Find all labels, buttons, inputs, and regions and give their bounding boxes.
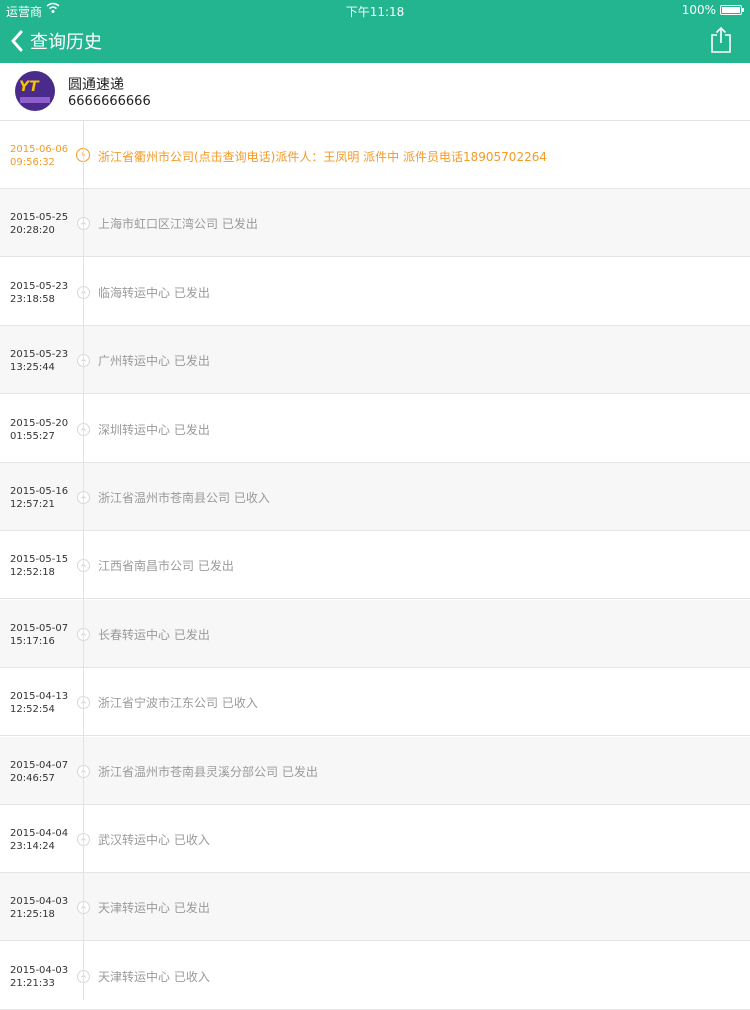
record-time: 15:17:16 <box>10 635 55 647</box>
record-date: 2015-05-23 <box>10 280 69 292</box>
courier-logo: YT <box>15 71 55 111</box>
company-name: 圆通速递 <box>68 77 124 93</box>
record-time: 21:21:33 <box>10 977 55 989</box>
timeline-row: 2015-04-13 12:52:54 浙江省宁波市江东公司 已收入 <box>0 668 750 737</box>
chevron-left-icon <box>11 30 23 52</box>
timeline-row: 2015-05-20 01:55:27 深圳转运中心 已发出 <box>0 395 750 463</box>
record-description: 长春转运中心 已发出 <box>98 627 210 642</box>
record-datetime: 2015-04-04 23:14:24 <box>10 827 80 853</box>
timeline-row: 2015-05-23 13:25:44 广州转运中心 已发出 <box>0 326 750 395</box>
record-description: 临海转运中心 已发出 <box>98 285 210 300</box>
record-description: 广州转运中心 已发出 <box>98 354 210 369</box>
record-date: 2015-05-23 <box>10 349 69 361</box>
record-time: 20:28:20 <box>10 225 55 237</box>
record-datetime: 2015-05-23 13:25:44 <box>10 348 80 374</box>
battery-percent: 100% <box>681 3 716 17</box>
record-description: 浙江省温州市苍南县灵溪分部公司 已发出 <box>98 764 318 779</box>
share-icon[interactable] <box>710 26 732 54</box>
tracking-number: 6666666666 <box>68 94 151 109</box>
record-datetime: 2015-06-06 09:56:32 <box>10 143 80 169</box>
record-datetime: 2015-05-20 01:55:27 <box>10 417 80 443</box>
record-date: 2015-05-20 <box>10 417 69 429</box>
record-time: 09:56:32 <box>10 157 55 168</box>
timeline-row: 2015-05-23 23:18:58 临海转运中心 已发出 <box>0 258 750 326</box>
navigation-bar: 查询历史 <box>0 20 750 63</box>
status-bar: 运营商 下午11:18 100% <box>0 0 750 20</box>
record-time: 23:18:58 <box>10 293 55 305</box>
record-date: 2015-04-07 <box>10 759 69 771</box>
record-description: 浙江省温州市苍南县公司 已收入 <box>98 491 270 505</box>
record-date: 2015-05-16 <box>10 486 69 497</box>
status-time: 下午11:18 <box>345 5 405 19</box>
record-date: 2015-05-15 <box>10 554 69 566</box>
record-time: 12:57:21 <box>10 499 55 510</box>
timeline-row: 2015-05-07 15:17:16 长春转运中心 已发出 <box>0 599 750 668</box>
record-time: 12:52:18 <box>10 567 55 579</box>
timeline-row: 2015-05-16 12:57:21 浙江省温州市苍南县公司 已收入 <box>0 463 750 531</box>
record-datetime: 2015-05-23 23:18:58 <box>10 280 80 306</box>
record-description[interactable]: 浙江省衢州市公司(点击查询电话)派件人：王凤明 派件中 派件员电话1890570… <box>98 148 547 165</box>
timeline-row: 2015-04-07 20:46:57 浙江省温州市苍南县灵溪分部公司 已发出 <box>0 736 750 805</box>
timeline-row: 2015-05-25 20:28:20 上海市虹口区江湾公司 已发出 <box>0 189 750 258</box>
record-datetime: 2015-05-07 15:17:16 <box>10 622 80 648</box>
record-datetime: 2015-04-07 20:46:57 <box>10 759 80 785</box>
record-description: 武汉转运中心 已收入 <box>98 833 210 847</box>
timeline-row: 2015-05-15 12:52:18 江西省南昌市公司 已发出 <box>0 531 750 600</box>
record-datetime: 2015-05-25 20:28:20 <box>10 211 80 237</box>
battery-icon <box>720 5 744 15</box>
record-description: 天津转运中心 已发出 <box>98 901 210 916</box>
record-time: 01:55:27 <box>10 430 55 442</box>
record-description: 深圳转运中心 已发出 <box>98 422 210 437</box>
record-time: 12:52:54 <box>10 704 55 716</box>
record-description: 浙江省宁波市江东公司 已收入 <box>98 696 258 711</box>
company-header: YT 圆通速递 6666666666 <box>0 63 750 121</box>
record-date: 2015-04-03 <box>10 964 69 976</box>
timeline-row[interactable]: 2015-06-06 09:56:32 浙江省衢州市公司(点击查询电话)派件人：王凤… <box>0 121 750 189</box>
record-date: 2015-04-03 <box>10 896 69 908</box>
record-datetime: 2015-04-03 21:21:33 <box>10 964 80 990</box>
tracking-timeline: 2015-06-06 09:56:32 浙江省衢州市公司(点击查询电话)派件人：王凤… <box>0 121 750 1010</box>
timeline-row: 2015-04-04 23:14:24 武汉转运中心 已收入 <box>0 805 750 873</box>
back-button[interactable]: 查询历史 <box>10 26 102 56</box>
page-title: 查询历史 <box>30 32 102 53</box>
record-datetime: 2015-05-15 12:52:18 <box>10 553 80 579</box>
record-date: 2015-04-04 <box>10 828 69 839</box>
record-datetime: 2015-05-16 12:57:21 <box>10 485 80 511</box>
record-date: 2015-05-25 <box>10 212 69 224</box>
record-description: 江西省南昌市公司 已发出 <box>98 559 234 574</box>
record-date: 2015-06-06 <box>10 144 69 155</box>
record-datetime: 2015-04-13 12:52:54 <box>10 690 80 716</box>
record-description: 天津转运中心 已收入 <box>98 969 210 984</box>
record-time: 20:46:57 <box>10 772 55 784</box>
record-description: 上海市虹口区江湾公司 已发出 <box>98 217 258 232</box>
record-time: 13:25:44 <box>10 362 55 374</box>
timeline-row: 2015-04-03 21:25:18 天津转运中心 已发出 <box>0 873 750 942</box>
record-date: 2015-05-07 <box>10 622 69 634</box>
record-datetime: 2015-04-03 21:25:18 <box>10 895 80 921</box>
record-time: 23:14:24 <box>10 841 55 852</box>
timeline-line <box>83 121 84 1000</box>
record-time: 21:25:18 <box>10 909 55 921</box>
record-date: 2015-04-13 <box>10 691 69 703</box>
